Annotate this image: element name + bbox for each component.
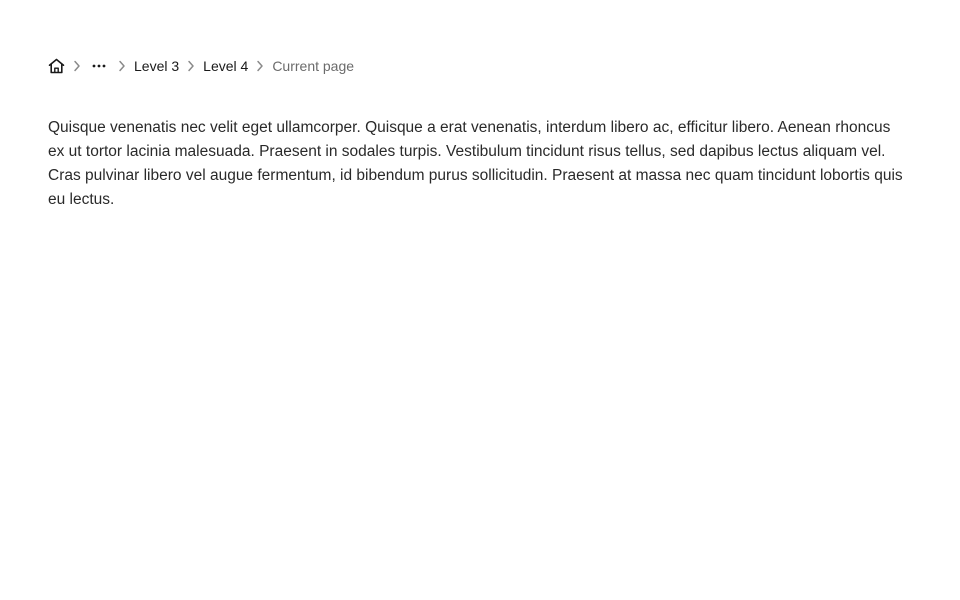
chevron-right-icon <box>118 60 125 72</box>
breadcrumb-more-button[interactable] <box>89 55 109 77</box>
breadcrumb-item-level-4[interactable]: Level 4 <box>203 55 248 77</box>
breadcrumb-item-level-3[interactable]: Level 3 <box>134 55 179 77</box>
body-paragraph: Quisque venenatis nec velit eget ullamco… <box>48 119 903 208</box>
breadcrumb-separator <box>248 55 272 77</box>
breadcrumb-home-link[interactable] <box>48 55 65 77</box>
chevron-right-icon <box>74 60 80 72</box>
more-horizontal-icon <box>92 64 106 68</box>
breadcrumb-current-page: Current page <box>272 58 355 74</box>
breadcrumb-separator <box>65 55 89 77</box>
breadcrumb-separator <box>109 55 134 77</box>
home-icon <box>48 58 65 74</box>
breadcrumb: Level 3 Level 4 Current page <box>48 55 354 77</box>
breadcrumb-separator <box>179 55 203 77</box>
chevron-right-icon <box>188 60 194 72</box>
chevron-right-icon <box>257 60 264 72</box>
page: Level 3 Level 4 Current page Quisque ven… <box>0 0 960 600</box>
